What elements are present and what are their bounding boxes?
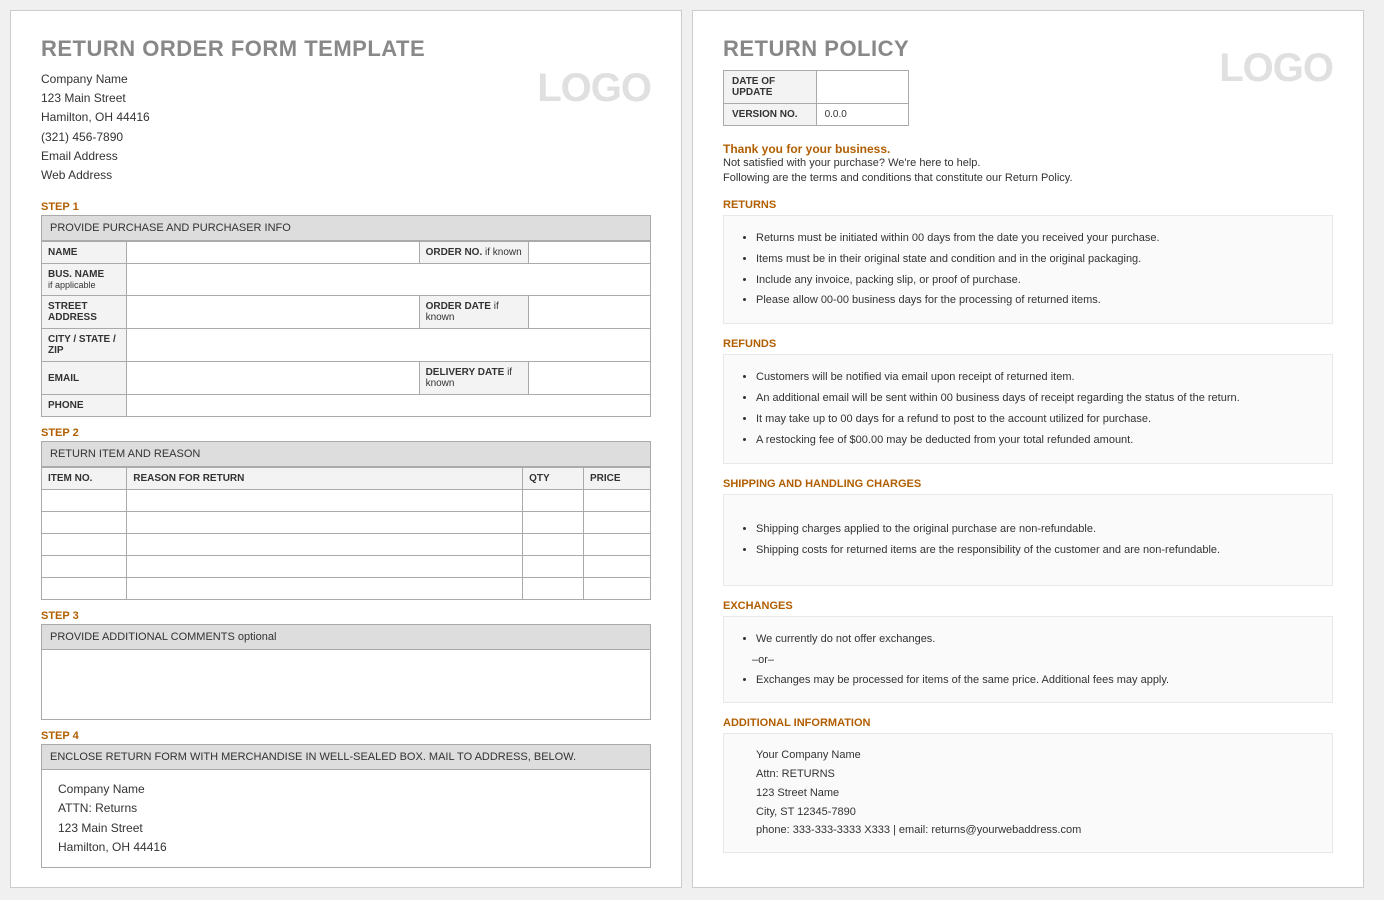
company-web: Web Address (41, 166, 425, 185)
addl-line-4: City, ST 12345-7890 (756, 803, 1318, 822)
policy-title: RETURN POLICY (723, 36, 909, 62)
date-of-update-value[interactable] (816, 71, 909, 104)
version-no-value[interactable]: 0.0.0 (816, 104, 909, 126)
order-date-field[interactable] (529, 296, 651, 329)
step3-label: STEP 3 (41, 610, 651, 622)
addl-line-3: 123 Street Name (756, 784, 1318, 803)
table-row[interactable] (42, 556, 651, 578)
bus-name-label: BUS. NAMEif applicable (42, 264, 127, 296)
company-phone: (321) 456-7890 (41, 128, 425, 147)
version-no-label: VERSION NO. (724, 104, 817, 126)
street-address-label: STREET ADDRESS (42, 296, 127, 329)
company-info: Company Name 123 Main Street Hamilton, O… (41, 70, 425, 185)
col-reason: REASON FOR RETURN (127, 468, 523, 490)
step4-header: ENCLOSE RETURN FORM WITH MERCHANDISE IN … (41, 744, 651, 770)
table-row[interactable] (42, 578, 651, 600)
street-address-field[interactable] (127, 296, 419, 329)
exchanges-box: We currently do not offer exchanges. –or… (723, 616, 1333, 704)
mail-address-box: Company Name ATTN: Returns 123 Main Stre… (41, 770, 651, 868)
order-date-label: ORDER DATE if known (419, 296, 529, 329)
email-label: EMAIL (42, 362, 127, 395)
table-row[interactable] (42, 490, 651, 512)
step2-label: STEP 2 (41, 427, 651, 439)
delivery-date-label: DELIVERY DATE if known (419, 362, 529, 395)
table-row[interactable] (42, 534, 651, 556)
name-field[interactable] (127, 242, 419, 264)
return-policy-page: RETURN POLICY DATE OF UPDATE VERSION NO.… (692, 10, 1364, 888)
email-field[interactable] (127, 362, 419, 395)
intro-line-2: Following are the terms and conditions t… (723, 171, 1333, 186)
exchanges-or: –or– (752, 654, 1318, 666)
returns-bullet: Items must be in their original state an… (756, 249, 1318, 270)
company-city: Hamilton, OH 44416 (41, 108, 425, 127)
col-item-no: ITEM NO. (42, 468, 127, 490)
form-title: RETURN ORDER FORM TEMPLATE (41, 36, 425, 62)
return-order-form-page: RETURN ORDER FORM TEMPLATE Company Name … (10, 10, 682, 888)
refunds-bullet: A restocking fee of $00.00 may be deduct… (756, 430, 1318, 451)
table-row[interactable] (42, 512, 651, 534)
returns-box: Returns must be initiated within 00 days… (723, 215, 1333, 325)
shipping-box: Shipping charges applied to the original… (723, 494, 1333, 586)
order-no-field[interactable] (529, 242, 651, 264)
mail-line-2: ATTN: Returns (58, 799, 634, 818)
mail-line-3: 123 Main Street (58, 819, 634, 838)
name-label: NAME (42, 242, 127, 264)
company-street: 123 Main Street (41, 89, 425, 108)
mail-line-4: Hamilton, OH 44416 (58, 838, 634, 857)
step4-label: STEP 4 (41, 730, 651, 742)
addl-line-2: Attn: RETURNS (756, 765, 1318, 784)
city-state-zip-label: CITY / STATE / ZIP (42, 329, 127, 362)
refunds-bullet: Customers will be notified via email upo… (756, 367, 1318, 388)
refunds-title: REFUNDS (723, 334, 1333, 354)
shipping-bullet: Shipping charges applied to the original… (756, 519, 1318, 540)
date-of-update-label: DATE OF UPDATE (724, 71, 817, 104)
intro-line-1: Not satisfied with your purchase? We're … (723, 156, 1333, 171)
logo-placeholder: LOGO (1219, 46, 1333, 91)
returns-bullet: Include any invoice, packing slip, or pr… (756, 270, 1318, 291)
step2-header: RETURN ITEM AND REASON (41, 441, 651, 467)
policy-intro: Not satisfied with your purchase? We're … (723, 156, 1333, 187)
phone-label: PHONE (42, 395, 127, 417)
logo-placeholder: LOGO (537, 66, 651, 111)
delivery-date-field[interactable] (529, 362, 651, 395)
col-qty: QTY (523, 468, 584, 490)
returns-title: RETURNS (723, 195, 1333, 215)
mail-line-1: Company Name (58, 780, 634, 799)
shipping-bullet: Shipping costs for returned items are th… (756, 540, 1318, 561)
returns-bullet: Returns must be initiated within 00 days… (756, 228, 1318, 249)
company-email: Email Address (41, 147, 425, 166)
company-name: Company Name (41, 70, 425, 89)
comments-field[interactable] (41, 650, 651, 720)
document-container: RETURN ORDER FORM TEMPLATE Company Name … (10, 10, 1374, 888)
exchanges-title: EXCHANGES (723, 596, 1333, 616)
policy-header: RETURN POLICY DATE OF UPDATE VERSION NO.… (723, 36, 1333, 136)
form-header: RETURN ORDER FORM TEMPLATE Company Name … (41, 36, 651, 191)
bus-name-field[interactable] (127, 264, 651, 296)
city-state-zip-field[interactable] (127, 329, 651, 362)
col-price: PRICE (584, 468, 651, 490)
form-header-left: RETURN ORDER FORM TEMPLATE Company Name … (41, 36, 425, 191)
step1-header: PROVIDE PURCHASE AND PURCHASER INFO (41, 215, 651, 241)
policy-meta-table: DATE OF UPDATE VERSION NO. 0.0.0 (723, 70, 909, 126)
additional-title: ADDITIONAL INFORMATION (723, 713, 1333, 733)
step3-header: PROVIDE ADDITIONAL COMMENTS optional (41, 624, 651, 650)
phone-field[interactable] (127, 395, 651, 417)
exchanges-bullet: We currently do not offer exchanges. (756, 629, 1318, 650)
refunds-box: Customers will be notified via email upo… (723, 354, 1333, 464)
step1-label: STEP 1 (41, 201, 651, 213)
refunds-bullet: An additional email will be sent within … (756, 388, 1318, 409)
additional-box: Your Company Name Attn: RETURNS 123 Stre… (723, 733, 1333, 852)
addl-line-1: Your Company Name (756, 746, 1318, 765)
order-no-label: ORDER NO. if known (419, 242, 529, 264)
refunds-bullet: It may take up to 00 days for a refund t… (756, 409, 1318, 430)
exchanges-bullet: Exchanges may be processed for items of … (756, 670, 1318, 691)
purchaser-info-table: NAME ORDER NO. if known BUS. NAMEif appl… (41, 241, 651, 417)
shipping-title: SHIPPING AND HANDLING CHARGES (723, 474, 1333, 494)
addl-line-5: phone: 333-333-3333 X333 | email: return… (756, 821, 1318, 840)
policy-header-left: RETURN POLICY DATE OF UPDATE VERSION NO.… (723, 36, 909, 136)
items-table: ITEM NO. REASON FOR RETURN QTY PRICE (41, 467, 651, 600)
thank-you-text: Thank you for your business. (723, 142, 1333, 156)
returns-bullet: Please allow 00-00 business days for the… (756, 290, 1318, 311)
